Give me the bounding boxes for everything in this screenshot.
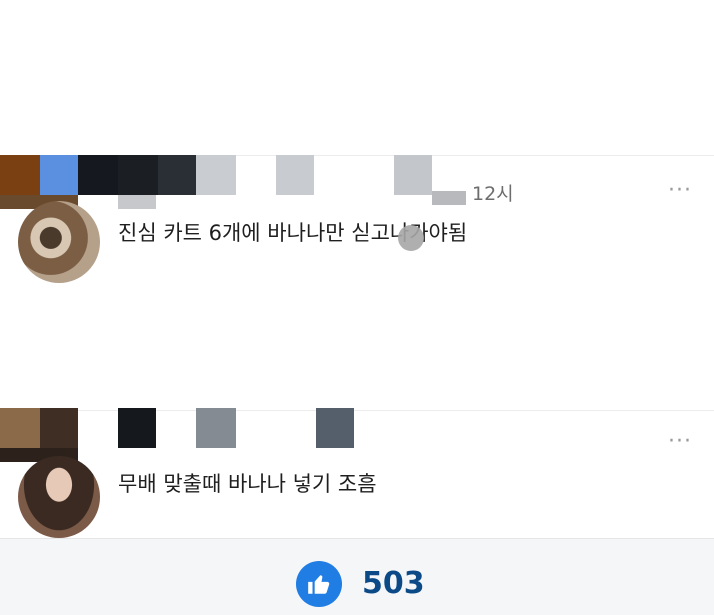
thumbs-up-icon [308, 575, 330, 594]
avatar[interactable] [18, 201, 100, 283]
comment-text: 무배 맞출때 바나나 넣기 조흠 [118, 472, 377, 496]
blur-mark [398, 225, 424, 251]
like-bar: 503 [0, 538, 714, 615]
like-button[interactable] [296, 561, 342, 607]
username-mosaic [0, 408, 470, 462]
avatar[interactable] [18, 456, 100, 538]
comment-item-2: ··· 무배 맞출때 바나나 넣기 조흠 [0, 408, 714, 538]
more-dots-icon[interactable]: ··· [668, 178, 692, 203]
like-count: 503 [362, 566, 425, 601]
username-mosaic [0, 155, 470, 209]
more-dots-icon[interactable]: ··· [668, 429, 692, 454]
comment-time: 12시 [472, 183, 514, 205]
comment-item-1: 12시 ··· 진심 카트 6개에 바나나만 싣고나가야됨 [0, 155, 714, 283]
